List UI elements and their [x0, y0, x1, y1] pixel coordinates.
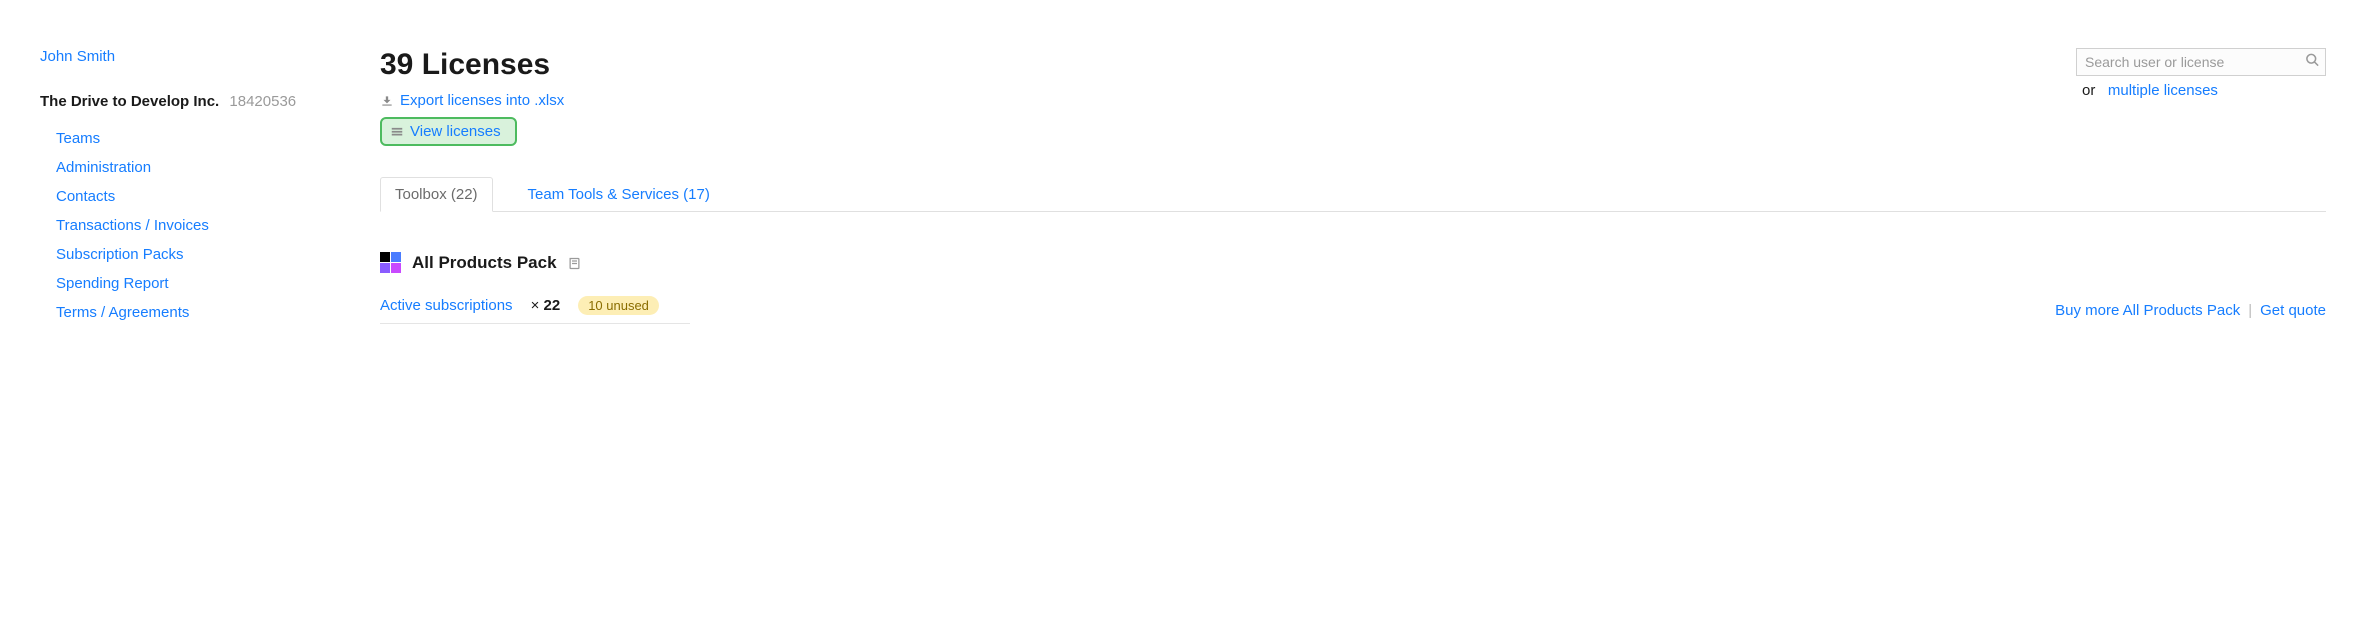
subscription-count: × 22: [531, 297, 561, 314]
product-icon: [380, 252, 402, 274]
search-input[interactable]: [2076, 48, 2326, 76]
count-value: 22: [544, 297, 561, 314]
list-icon: [390, 125, 404, 139]
tab-toolbox[interactable]: Toolbox (22): [380, 177, 493, 212]
user-link[interactable]: John Smith: [40, 48, 115, 65]
sidebar-item-contacts[interactable]: Contacts: [56, 182, 340, 211]
export-label: Export licenses into .xlsx: [400, 92, 564, 109]
active-subscriptions-link[interactable]: Active subscriptions: [380, 297, 513, 314]
view-licenses-label: View licenses: [410, 123, 501, 140]
sidebar-item-administration[interactable]: Administration: [56, 153, 340, 182]
multiple-licenses-link[interactable]: multiple licenses: [2108, 82, 2218, 99]
sidebar-item-transactions[interactable]: Transactions / Invoices: [56, 211, 340, 240]
sidebar-item-teams[interactable]: Teams: [56, 124, 340, 153]
buy-more-link[interactable]: Buy more All Products Pack: [2055, 302, 2240, 319]
tab-team-tools[interactable]: Team Tools & Services (17): [513, 177, 725, 212]
get-quote-link[interactable]: Get quote: [2260, 302, 2326, 319]
search-or-text: or: [2082, 82, 2095, 99]
sidebar-item-terms[interactable]: Terms / Agreements: [56, 298, 340, 327]
count-prefix: ×: [531, 297, 540, 314]
separator: |: [2248, 302, 2252, 319]
sidebar-item-subscription-packs[interactable]: Subscription Packs: [56, 240, 340, 269]
sidebar-item-spending-report[interactable]: Spending Report: [56, 269, 340, 298]
product-name: All Products Pack: [412, 253, 557, 273]
page-title: 39 Licenses: [380, 48, 564, 82]
book-icon[interactable]: [567, 256, 582, 271]
download-icon: [380, 94, 394, 108]
view-licenses-button[interactable]: View licenses: [380, 117, 517, 146]
tabs: Toolbox (22) Team Tools & Services (17): [380, 176, 2326, 212]
export-action[interactable]: Export licenses into .xlsx: [380, 92, 564, 109]
product-section: All Products Pack Active subscriptions ×…: [380, 252, 2326, 324]
org-name: The Drive to Develop Inc.: [40, 93, 219, 110]
org-line: The Drive to Develop Inc. 18420536: [40, 93, 340, 110]
unused-badge: 10 unused: [578, 296, 659, 315]
search-block: or multiple licenses: [2076, 48, 2326, 99]
sidebar-nav: Teams Administration Contacts Transactio…: [40, 124, 340, 327]
main-content: 39 Licenses Export licenses into .xlsx V…: [380, 48, 2326, 327]
sidebar: John Smith The Drive to Develop Inc. 184…: [40, 48, 340, 327]
org-id: 18420536: [229, 93, 296, 110]
